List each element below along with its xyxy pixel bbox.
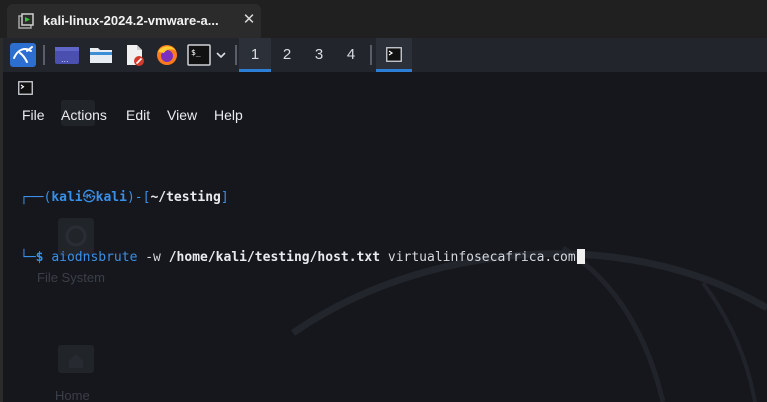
command-target: virtualinfosecafrica.com	[387, 250, 576, 265]
prompt-frame-open: ┌──(	[20, 190, 52, 205]
workspace-3[interactable]: 3	[303, 38, 335, 72]
menu-view[interactable]: View	[167, 107, 197, 123]
kali-menu-icon[interactable]	[10, 43, 36, 67]
command-line: └─$ aiodnsbrute -w /home/kali/testing/ho…	[20, 248, 585, 268]
panel-separator	[370, 45, 372, 65]
command-program: aiodnsbrute	[51, 250, 138, 265]
ghost-label-home: Home	[55, 388, 90, 402]
host-vm-tab[interactable]: kali-linux-2024.2-vmware-a... ✕	[7, 4, 261, 38]
prompt-line: ┌──(kali㉿kali)-[~/testing]	[20, 188, 585, 208]
home-folder-icon	[58, 345, 94, 373]
command-path: /home/kali/testing/host.txt	[168, 250, 381, 265]
host-tab-strip: kali-linux-2024.2-vmware-a... ✕	[0, 0, 767, 38]
text-editor-icon[interactable]	[122, 43, 146, 67]
firefox-icon[interactable]	[155, 43, 179, 67]
workspace-2[interactable]: 2	[271, 38, 303, 72]
terminal-output[interactable]: ┌──(kali㉿kali)-[~/testing] └─$ aiodnsbru…	[20, 148, 585, 308]
vmware-vm-icon	[18, 13, 34, 29]
prompt-frame-close: ]	[220, 190, 229, 205]
workspace-1[interactable]: 1	[239, 38, 271, 72]
menu-edit[interactable]: Edit	[126, 107, 150, 123]
menu-actions[interactable]: Actions	[61, 107, 107, 123]
workspace-4[interactable]: 4	[335, 38, 367, 72]
text-cursor	[576, 249, 585, 264]
menu-file[interactable]: File	[22, 107, 45, 123]
svg-text:$_: $_	[191, 48, 201, 57]
prompt-cwd: ~/testing	[150, 190, 221, 205]
prompt-at-symbol: ㉿	[82, 190, 96, 205]
show-desktop-icon[interactable]: ...	[54, 43, 80, 67]
prompt-host: kali	[95, 190, 127, 205]
terminal-task-icon	[386, 47, 402, 62]
terminal-icon[interactable]: $_	[187, 43, 211, 67]
svg-text:...: ...	[61, 55, 69, 64]
host-tab-title: kali-linux-2024.2-vmware-a...	[43, 13, 219, 28]
file-manager-icon[interactable]	[88, 43, 114, 67]
prompt-frame-line2: └─	[20, 250, 36, 265]
prompt-frame-mid: )-[	[126, 190, 151, 205]
terminal-window-icon	[18, 81, 33, 95]
panel-separator	[235, 45, 237, 65]
prompt-user: kali	[51, 190, 83, 205]
close-icon[interactable]: ✕	[241, 11, 257, 29]
top-panel: ... $_ 1 2 3 4	[3, 38, 767, 73]
command-flag: -w	[145, 250, 161, 265]
terminal-window[interactable]: File System Home File Actions Edit View …	[3, 73, 767, 402]
panel-separator	[43, 45, 45, 65]
chevron-down-icon[interactable]	[215, 43, 227, 67]
menu-help[interactable]: Help	[214, 107, 243, 123]
terminal-task-button[interactable]	[376, 38, 412, 72]
